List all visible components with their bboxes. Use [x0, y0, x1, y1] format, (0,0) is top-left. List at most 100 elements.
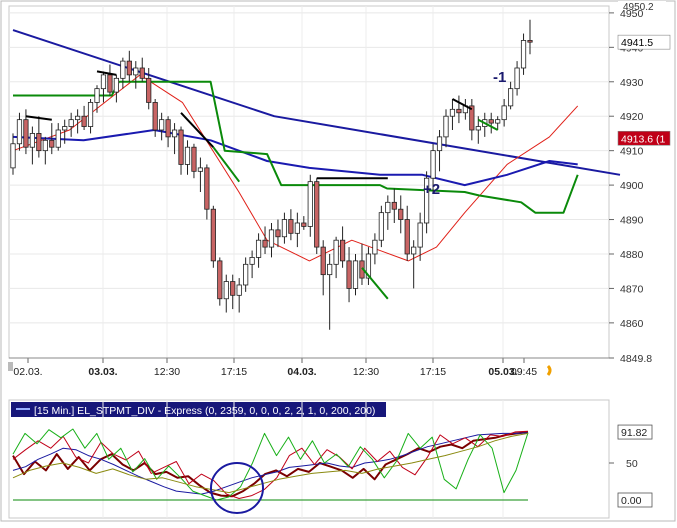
candle-body — [320, 246, 326, 276]
price-marker-label: 4941.5 — [621, 37, 653, 49]
candle-body — [288, 219, 294, 234]
candle-body — [333, 239, 339, 265]
candle-body — [159, 119, 165, 131]
candle-body — [417, 222, 423, 248]
candle-body — [501, 105, 507, 121]
candle-body — [307, 181, 313, 227]
candle-body — [126, 60, 132, 76]
candle-body — [488, 119, 494, 124]
candle-body — [146, 77, 152, 103]
candle-body — [94, 88, 100, 103]
price-tick-label: 4920 — [620, 111, 644, 123]
indicator-panel[interactable]: [15 Min.] EL_STPMT_DIV - Express (0, 235… — [8, 399, 610, 519]
candle-body — [68, 119, 74, 127]
candle-body — [107, 74, 113, 93]
candle-body — [184, 146, 191, 165]
indicator-tick-label: 50 — [626, 458, 638, 470]
candle-body — [443, 115, 449, 138]
candle-body — [430, 150, 436, 179]
candle-body — [475, 126, 481, 131]
candle-body — [378, 212, 384, 241]
candle-body — [29, 133, 35, 148]
time-tick-label: 12:30 — [154, 366, 180, 378]
candle-body — [346, 260, 352, 289]
time-tick-label: 09:45 — [511, 366, 537, 378]
price-marker-label: 4913.6 (1 — [621, 133, 666, 145]
candle-body — [327, 263, 333, 276]
price-panel[interactable]: -1 +2 — [8, 5, 621, 359]
annotation-plus-two: +2 — [423, 181, 440, 198]
candle-body — [139, 67, 145, 79]
candle-body — [255, 239, 262, 258]
candle-body — [372, 239, 378, 255]
price-tick-label: 4910 — [620, 146, 644, 158]
candle-body — [210, 208, 216, 262]
time-tick-label: 12:30 — [353, 366, 379, 378]
candle-body — [456, 108, 462, 114]
candle-body — [62, 126, 68, 131]
candle-body — [281, 219, 288, 238]
candle-body — [249, 257, 255, 265]
candle[interactable] — [210, 205, 216, 268]
price-tick-label: 4900 — [620, 180, 644, 192]
time-tick-label: 03.03. — [88, 366, 117, 378]
candle-body — [191, 146, 197, 172]
candle-body — [275, 229, 281, 238]
price-marker: 4913.6 (1 — [617, 130, 671, 146]
candle[interactable] — [217, 257, 223, 306]
candle-body — [404, 219, 410, 255]
indicator-value-marker: 91.82 — [617, 424, 653, 440]
candle-body — [75, 115, 81, 121]
candle-body — [217, 260, 223, 300]
candle-body — [508, 88, 514, 107]
annotation-minus-one: -1 — [493, 69, 506, 86]
price-tick-label: 4849.8 — [620, 353, 652, 365]
price-marker: 4941.5 — [617, 34, 671, 50]
candle-body — [113, 77, 119, 93]
candle-body — [391, 201, 397, 210]
time-tick-label: 04.03. — [287, 366, 316, 378]
candle-body — [197, 167, 204, 172]
candle-body — [87, 102, 94, 127]
candle-body — [527, 40, 533, 43]
candle-body — [223, 281, 229, 300]
time-tick-label: 17:15 — [420, 366, 446, 378]
candle-body — [385, 201, 391, 214]
candle-body — [339, 239, 346, 262]
candle-body — [204, 167, 210, 210]
candle-body — [243, 263, 249, 286]
indicator-value-marker: 0.00 — [617, 492, 653, 508]
indicator-value-label: 0.00 — [621, 495, 642, 507]
candle[interactable] — [314, 178, 320, 254]
candle-body — [436, 136, 443, 152]
candle-body — [16, 119, 23, 145]
price-tick-label: 4890 — [620, 215, 644, 227]
candle-body — [514, 67, 520, 90]
price-tick-label: 4870 — [620, 283, 644, 295]
price-tick-label: 4860 — [620, 318, 644, 330]
chart-canvas: -1 +2 4950.2 495049404930492049104900489… — [0, 0, 676, 522]
candle-body — [120, 60, 126, 79]
time-tick-label: 02.03. — [13, 366, 42, 378]
candle-body — [314, 181, 320, 248]
candle-body — [152, 102, 158, 131]
candle-body — [262, 239, 268, 248]
indicator-title: [15 Min.] EL_STPMT_DIV - Express (0, 235… — [34, 405, 375, 417]
candle-body — [352, 260, 359, 289]
scroll-left-icon[interactable] — [8, 362, 13, 371]
candle-body — [449, 108, 456, 117]
price-tick-label: 4950 — [620, 8, 644, 20]
candle-body — [178, 129, 184, 165]
candle-body — [55, 129, 61, 148]
candle-body — [301, 222, 307, 227]
price-tick-label: 4930 — [620, 77, 644, 89]
candle-body — [236, 284, 242, 296]
candle-body — [81, 115, 87, 127]
time-tick-label: 17:15 — [221, 366, 247, 378]
candle-body — [100, 74, 107, 90]
indicator-value-label: 91.82 — [621, 427, 647, 439]
candle-body — [42, 139, 48, 152]
candle-body — [36, 133, 42, 152]
candle-body — [495, 119, 501, 124]
price-tick-label: 4880 — [620, 249, 644, 261]
